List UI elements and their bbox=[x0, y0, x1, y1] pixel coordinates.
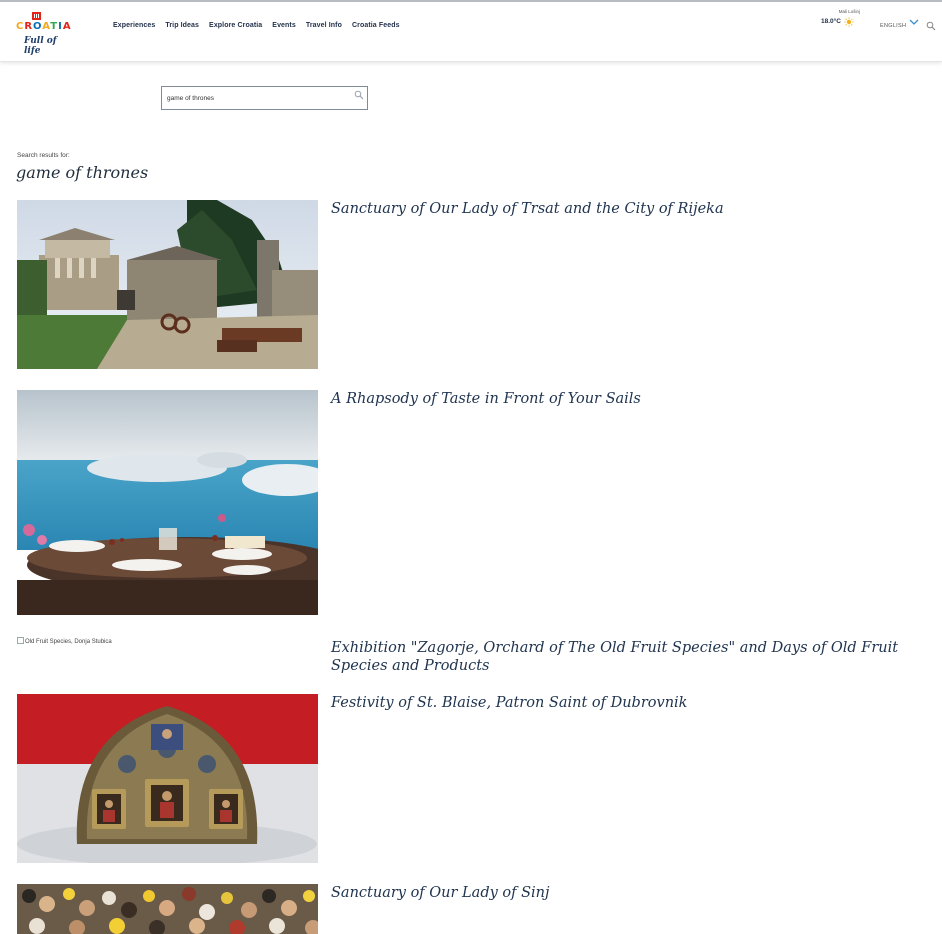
weather-temp: 18.0°C bbox=[821, 18, 841, 25]
weather-widget[interactable]: Mali Lošinj 18.0°C bbox=[820, 9, 860, 27]
result-title[interactable]: Sanctuary of Our Lady of Trsat and the C… bbox=[331, 200, 921, 218]
search-icon[interactable] bbox=[354, 90, 364, 100]
site-header: CROATIA Full of life Experiences Trip Id… bbox=[0, 2, 942, 62]
result-thumbnail[interactable] bbox=[17, 884, 318, 934]
result-title[interactable]: Festivity of St. Blaise, Patron Saint of… bbox=[331, 694, 921, 712]
nav-trip-ideas[interactable]: Trip Ideas bbox=[165, 22, 199, 29]
results-label: Search results for: bbox=[17, 152, 70, 159]
result-thumbnail[interactable] bbox=[17, 694, 318, 863]
logo-tagline: Full of life bbox=[24, 36, 57, 56]
result-item[interactable]: Sanctuary of Our Lady of Sinj bbox=[17, 884, 917, 934]
broken-image[interactable]: Old Fruit Species, Donja Stubica bbox=[17, 637, 112, 645]
nav-explore-croatia[interactable]: Explore Croatia bbox=[209, 22, 262, 29]
result-title[interactable]: A Rhapsody of Taste in Front of Your Sai… bbox=[331, 390, 921, 408]
croatia-checkerboard-icon bbox=[32, 12, 41, 20]
nav-croatia-feeds[interactable]: Croatia Feeds bbox=[352, 22, 400, 29]
result-thumbnail[interactable] bbox=[17, 200, 318, 369]
result-title[interactable]: Exhibition "Zagorje, Orchard of The Old … bbox=[331, 639, 921, 675]
nav-events[interactable]: Events bbox=[272, 22, 296, 29]
logo-wordmark: CROATIA bbox=[16, 21, 72, 32]
result-item[interactable]: Sanctuary of Our Lady of Trsat and the C… bbox=[17, 200, 917, 370]
result-title[interactable]: Sanctuary of Our Lady of Sinj bbox=[331, 884, 921, 902]
language-selector[interactable]: ENGLISH bbox=[880, 23, 906, 29]
croatia-logo[interactable]: CROATIA Full of life bbox=[14, 10, 76, 56]
search-input[interactable] bbox=[167, 92, 347, 104]
sun-icon bbox=[844, 17, 854, 27]
header-search-icon[interactable] bbox=[926, 21, 936, 31]
nav-experiences[interactable]: Experiences bbox=[113, 22, 155, 29]
query-heading: game of thrones bbox=[16, 163, 149, 182]
nav-travel-info[interactable]: Travel Info bbox=[306, 22, 342, 29]
result-item[interactable]: A Rhapsody of Taste in Front of Your Sai… bbox=[17, 390, 917, 616]
result-item[interactable]: Old Fruit Species, Donja Stubica Exhibit… bbox=[17, 637, 917, 677]
search-box bbox=[161, 86, 368, 110]
main-nav: Experiences Trip Ideas Explore Croatia E… bbox=[113, 22, 410, 29]
result-thumbnail[interactable] bbox=[17, 390, 318, 615]
weather-city: Mali Lošinj bbox=[838, 9, 860, 14]
result-item[interactable]: Festivity of St. Blaise, Patron Saint of… bbox=[17, 694, 917, 864]
chevron-down-icon[interactable] bbox=[909, 18, 919, 26]
